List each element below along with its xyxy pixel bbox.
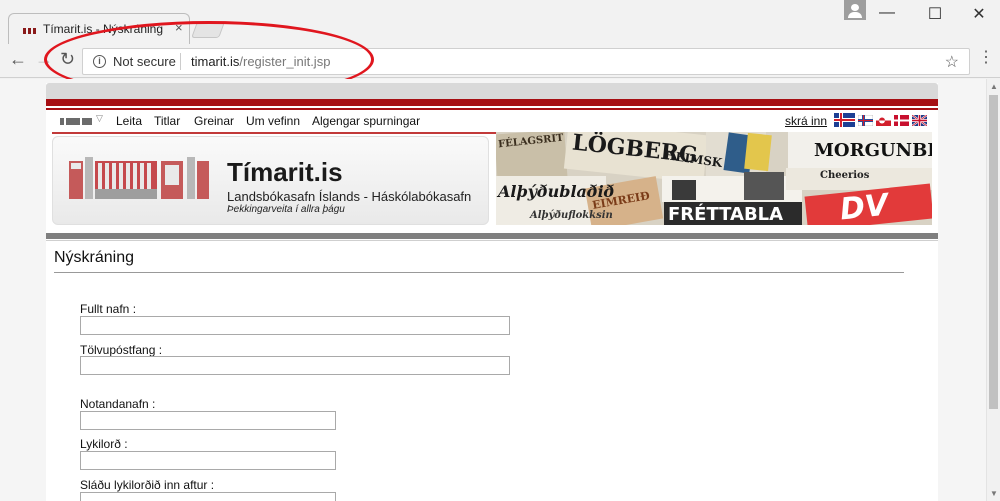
site-subtitle: Landsbókasafn Íslands - Háskólabókasafn bbox=[227, 189, 472, 204]
username-label: Notandanafn : bbox=[80, 397, 156, 411]
login-link[interactable]: skrá inn bbox=[785, 114, 827, 128]
minimize-button[interactable]: — bbox=[872, 4, 902, 22]
close-window-button[interactable]: ✕ bbox=[964, 4, 994, 24]
page-viewport: ▽ Leita Titlar Greinar Um vefinn Algenga… bbox=[0, 79, 986, 501]
newspaper-collage-image: FÉLAGSRIT LÖGBERG HEIMSK MORGUNBLA Alþýð… bbox=[496, 132, 932, 225]
site-navigation: ▽ Leita Titlar Greinar Um vefinn Algenga… bbox=[52, 112, 932, 132]
email-label: Tölvupóstfang : bbox=[80, 343, 163, 357]
full-name-input[interactable] bbox=[80, 316, 510, 335]
library-building-logo[interactable] bbox=[69, 157, 209, 199]
page-red-band bbox=[46, 99, 938, 106]
site-title[interactable]: Tímarit.is bbox=[227, 157, 343, 188]
new-tab-button[interactable] bbox=[191, 22, 225, 38]
password-label: Lykilorð : bbox=[80, 437, 128, 451]
back-arrow-icon[interactable]: ← bbox=[9, 49, 27, 70]
nav-link-greinar[interactable]: Greinar bbox=[194, 114, 234, 128]
page-title: Nýskráning bbox=[54, 249, 135, 266]
site-page: ▽ Leita Titlar Greinar Um vefinn Algenga… bbox=[46, 83, 938, 501]
page-red-line bbox=[46, 108, 938, 110]
browser-menu-icon[interactable]: ⋮ bbox=[978, 50, 994, 66]
site-favicon-icon bbox=[23, 26, 39, 34]
chevron-down-icon[interactable]: ▽ bbox=[96, 113, 103, 124]
browser-tab-active[interactable]: Tímarit.is - Nýskráning × bbox=[8, 13, 190, 44]
scroll-up-icon[interactable]: ▲ bbox=[990, 82, 998, 91]
greenlandic-flag-icon[interactable] bbox=[876, 115, 891, 126]
nav-link-titlar[interactable]: Titlar bbox=[154, 114, 180, 128]
security-status[interactable]: Not secure bbox=[113, 54, 176, 69]
nav-link-algengar-spurningar[interactable]: Algengar spurningar bbox=[312, 114, 420, 128]
faroese-flag-icon[interactable] bbox=[858, 115, 873, 126]
info-icon[interactable]: i bbox=[93, 55, 106, 68]
language-selector-icon[interactable] bbox=[60, 116, 94, 126]
url-path: /register_init.jsp bbox=[239, 54, 331, 69]
page-top-bar bbox=[46, 83, 938, 99]
english-flag-icon[interactable] bbox=[912, 115, 927, 126]
header-separator-line bbox=[46, 240, 938, 241]
browser-titlebar: Tímarit.is - Nýskráning × — ☐ ✕ bbox=[0, 0, 1000, 44]
scroll-down-icon[interactable]: ▼ bbox=[990, 489, 998, 498]
url-domain: timarit.is bbox=[191, 54, 240, 69]
header-separator bbox=[46, 233, 938, 239]
confirm-password-input[interactable] bbox=[80, 492, 336, 501]
address-divider bbox=[180, 53, 181, 70]
tab-close-icon[interactable]: × bbox=[175, 20, 183, 35]
forward-arrow-icon[interactable]: → bbox=[35, 49, 53, 70]
user-profile-icon[interactable] bbox=[844, 0, 866, 20]
maximize-button[interactable]: ☐ bbox=[920, 4, 950, 24]
nav-link-leita[interactable]: Leita bbox=[116, 114, 142, 128]
email-input[interactable] bbox=[80, 356, 510, 375]
reload-icon[interactable]: ↻ bbox=[60, 49, 75, 70]
browser-toolbar: ← → ↻ i Not secure timarit.is/register_i… bbox=[0, 44, 1000, 78]
address-bar[interactable]: i Not secure timarit.is/register_init.js… bbox=[82, 48, 970, 75]
title-divider bbox=[54, 272, 904, 273]
icelandic-flag-icon[interactable] bbox=[834, 113, 855, 127]
site-tagline: Þekkingarveita í allra þágu bbox=[227, 204, 345, 215]
url-text[interactable]: timarit.is/register_init.jsp bbox=[191, 54, 330, 69]
bookmark-star-icon[interactable]: ☆ bbox=[945, 52, 959, 72]
full-name-label: Fullt nafn : bbox=[80, 302, 137, 316]
danish-flag-icon[interactable] bbox=[894, 115, 909, 126]
newspaper-frettabladid: FRÉTTABLA bbox=[668, 204, 784, 225]
scrollbar-thumb[interactable] bbox=[989, 95, 998, 409]
newspaper-dv: DV bbox=[838, 187, 890, 225]
username-input[interactable] bbox=[80, 411, 336, 430]
vertical-scrollbar[interactable]: ▲ ▼ bbox=[986, 79, 1000, 501]
newspaper-morgunbladid: MORGUNBLA bbox=[814, 140, 932, 161]
nav-link-um-vefinn[interactable]: Um vefinn bbox=[246, 114, 300, 128]
ad-cheerios: Cheerios bbox=[820, 170, 870, 181]
newspaper-althyduflokksins: Alþýðuflokksin bbox=[530, 210, 613, 221]
password-input[interactable] bbox=[80, 451, 336, 470]
site-header-panel: Tímarit.is Landsbókasafn Íslands - Háskó… bbox=[52, 136, 489, 225]
confirm-password-label: Sláðu lykilorðið inn aftur : bbox=[80, 478, 215, 492]
tab-title: Tímarit.is - Nýskráning bbox=[43, 22, 164, 36]
